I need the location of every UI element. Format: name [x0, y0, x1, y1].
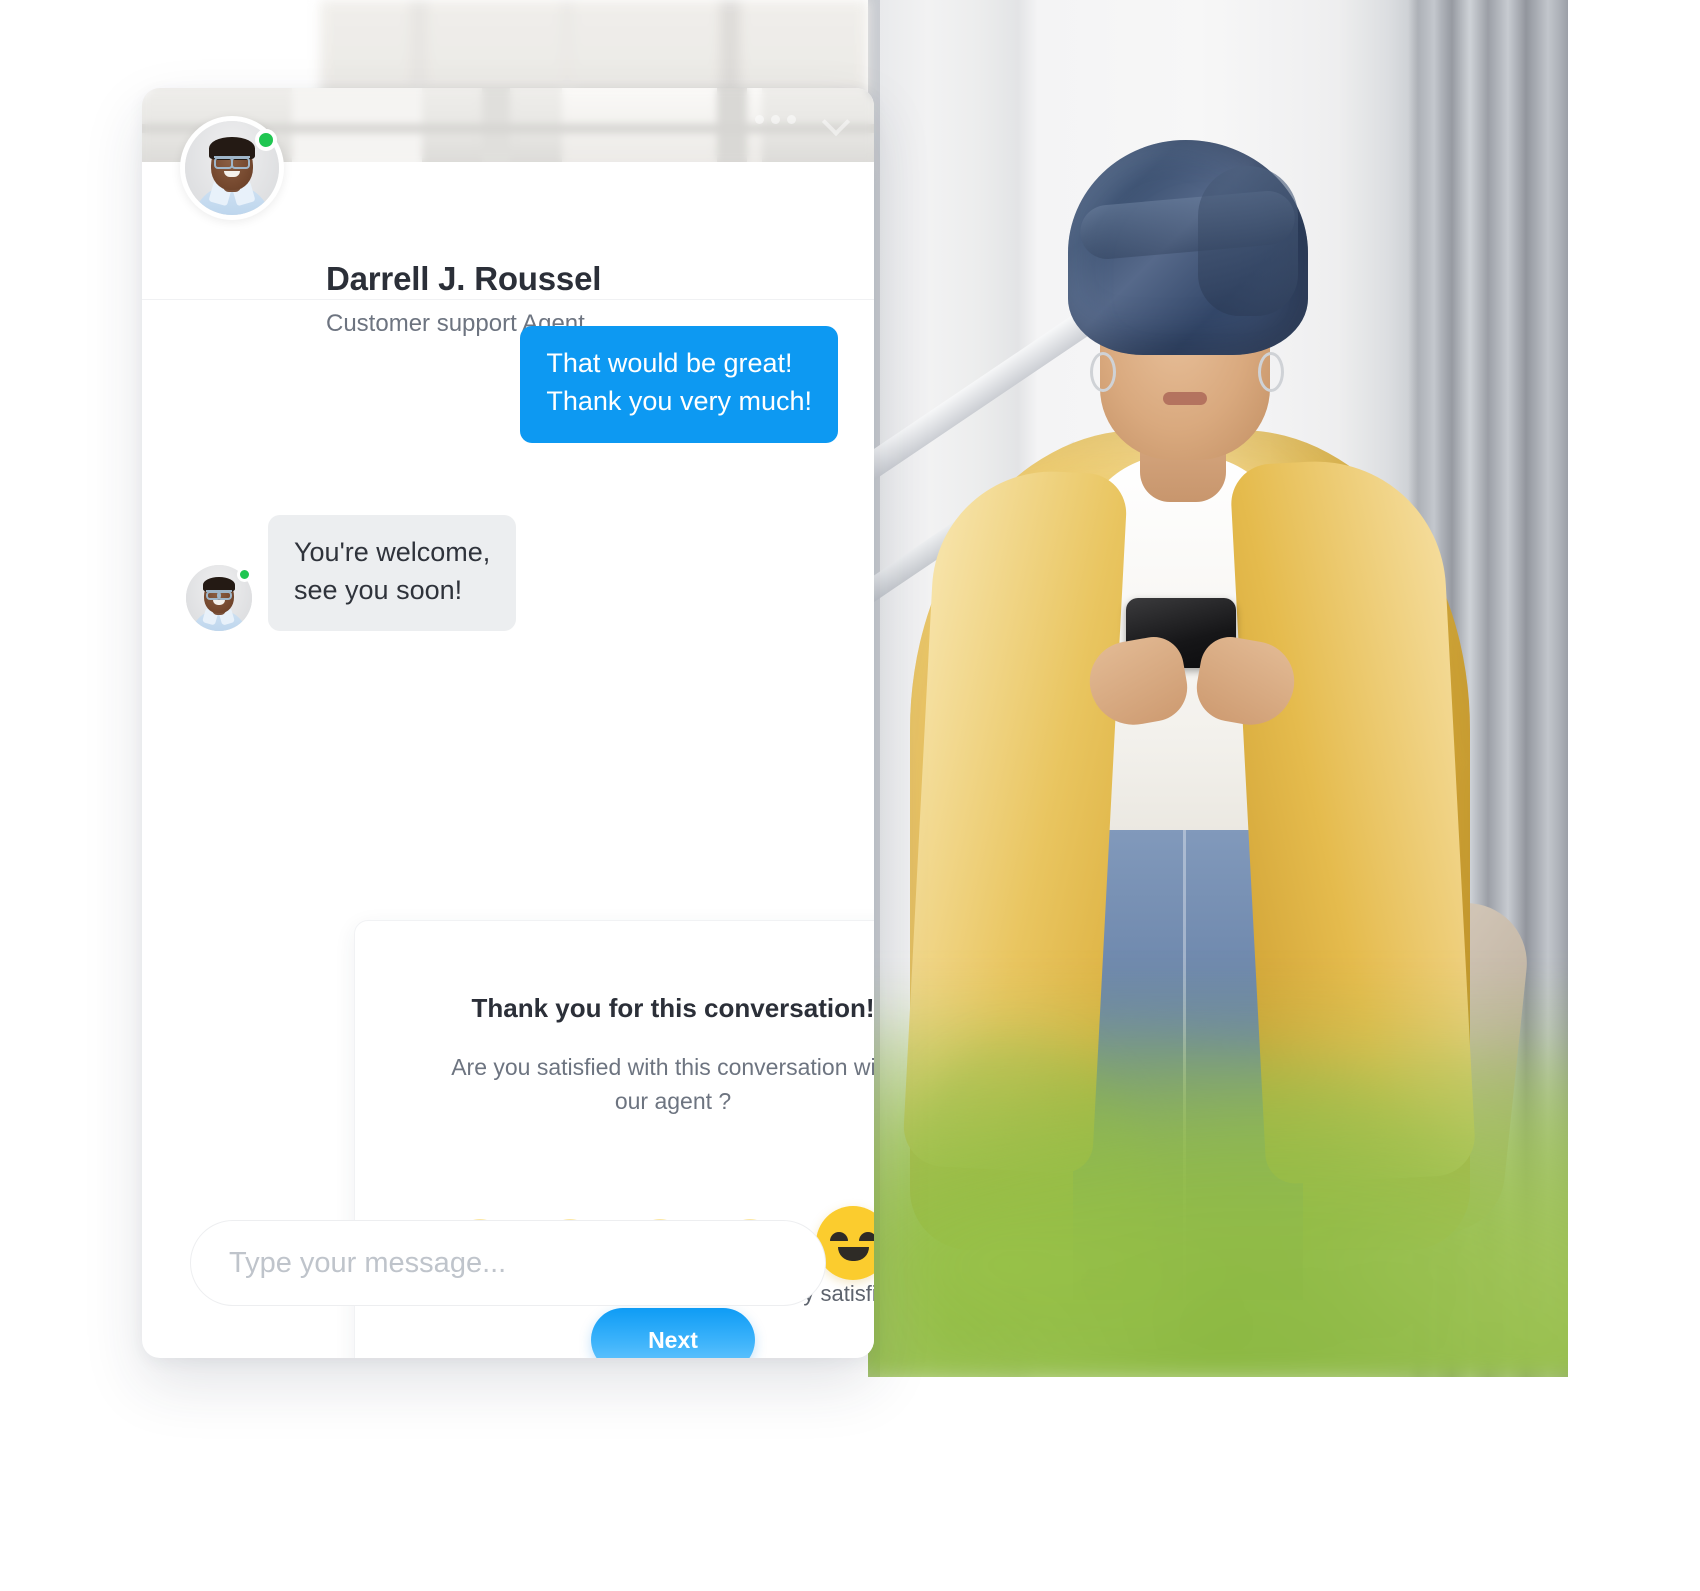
message-row-incoming: You're welcome, see you soon!	[142, 514, 874, 632]
photo-headwrap	[1068, 140, 1308, 355]
online-status-indicator	[255, 129, 277, 151]
chevron-down-icon[interactable]	[824, 112, 850, 126]
message-line: That would be great!	[546, 348, 793, 378]
photo-earring-left	[1090, 352, 1116, 392]
more-dots-icon[interactable]	[755, 114, 796, 124]
next-button[interactable]: Next	[591, 1308, 755, 1358]
message-row-outgoing: That would be great! Thank you very much…	[142, 326, 874, 443]
message-bubble-outgoing: That would be great! Thank you very much…	[520, 326, 838, 443]
message-input[interactable]	[229, 1246, 787, 1280]
message-line: see you soon!	[294, 574, 463, 605]
message-line: You're welcome,	[294, 536, 491, 567]
window-controls	[755, 112, 850, 126]
online-status-indicator-small	[237, 567, 252, 583]
chat-message-list: That would be great! Thank you very much…	[142, 300, 874, 1358]
agent-avatar	[180, 116, 284, 220]
screenshot-root: Darrell J. Roussel Customer support Agen…	[0, 0, 1700, 1591]
survey-question: Are you satisfied with this conversation…	[451, 1054, 874, 1115]
chat-header: Darrell J. Roussel Customer support Agen…	[142, 116, 874, 337]
agent-avatar-small	[186, 565, 252, 632]
background-photo	[868, 0, 1568, 1377]
photo-lips	[1163, 392, 1207, 405]
chat-widget: Darrell J. Roussel Customer support Agen…	[142, 88, 874, 1358]
message-bubble-incoming: You're welcome, see you soon!	[268, 514, 517, 632]
agent-name: Darrell J. Roussel	[326, 260, 602, 297]
photo-earring-right	[1258, 352, 1284, 392]
message-line: Thank you very much!	[546, 386, 812, 417]
survey-title: Thank you for this conversation!	[471, 993, 874, 1023]
message-composer[interactable]	[190, 1220, 826, 1306]
photo-grass-foreground	[868, 967, 1568, 1377]
